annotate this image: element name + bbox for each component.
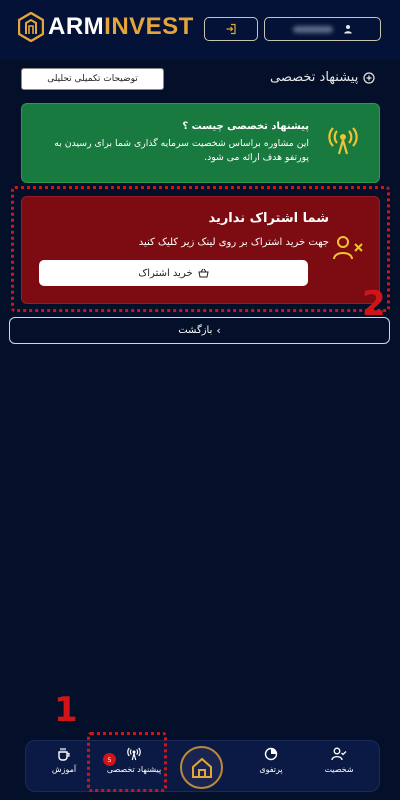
pie-chart-icon: [264, 747, 278, 761]
no-subscription-text: جهت خرید اشتراک بر روی لینک زیر کلیک کنی…: [138, 237, 329, 248]
user-icon: [343, 25, 352, 34]
back-button[interactable]: بازگشت ‹: [9, 317, 390, 344]
home-button[interactable]: [180, 746, 223, 789]
nav-item-personality[interactable]: شخصیت: [309, 747, 369, 774]
brand-wordmark: ARMINVEST: [48, 13, 194, 41]
user-x-icon: [333, 236, 363, 260]
no-subscription-card: شما اشتراک ندارید جهت خرید اشتراک بر روی…: [21, 196, 380, 304]
coffee-cup-icon: [58, 748, 70, 761]
nav-label-education: آموزش: [51, 765, 77, 774]
plus-circle-icon: [363, 71, 375, 84]
brand-secondary: INVEST: [104, 13, 194, 40]
nav-item-education[interactable]: آموزش: [34, 747, 94, 774]
chevron-left-icon: ‹: [216, 324, 221, 337]
no-subscription-title: شما اشتراک ندارید: [208, 211, 329, 226]
info-card-title: پیشنهاد تخصصی چیست ؟: [182, 121, 309, 132]
user-check-icon: [331, 747, 347, 761]
login-button[interactable]: [204, 17, 258, 41]
info-card: پیشنهاد تخصصی چیست ؟ این مشاوره براساس ش…: [21, 103, 380, 183]
buy-subscription-button[interactable]: خرید اشتراک: [39, 260, 308, 286]
nav-label-portfolio: پرتفوی: [259, 765, 283, 774]
masked-username: [292, 25, 333, 33]
brand-primary: ARM: [48, 13, 105, 40]
annotation-outline-1: [87, 732, 167, 792]
nav-item-portfolio[interactable]: پرتفوی: [241, 747, 301, 774]
back-button-label: بازگشت: [178, 325, 213, 336]
buy-subscription-label: خرید اشتراک: [138, 267, 193, 279]
login-icon: [226, 23, 236, 35]
annotation-marker-1: 1: [54, 690, 78, 730]
basket-icon: [198, 268, 209, 278]
logo-mark-icon: [18, 12, 44, 42]
top-header: ARMINVEST: [0, 0, 400, 60]
user-account-button[interactable]: [264, 17, 381, 41]
brand-logo[interactable]: ARMINVEST: [18, 12, 194, 42]
nav-label-personality: شخصیت: [324, 765, 354, 774]
section-header: پیشنهاد تخصصی: [270, 70, 375, 85]
analytical-details-button[interactable]: توضیحات تکمیلی تحلیلی: [21, 68, 164, 90]
page-title: پیشنهاد تخصصی: [270, 70, 359, 85]
home-icon: [191, 757, 212, 778]
broadcast-icon: [328, 127, 358, 155]
annotation-marker-2: 2: [362, 284, 386, 324]
bottom-navbar: آموزش پیشنهاد تخصصی 5 پرتفوی شخصیت: [25, 740, 380, 792]
info-card-text: این مشاوره براساس شخصیت سرمایه گذاری شما…: [54, 138, 309, 163]
